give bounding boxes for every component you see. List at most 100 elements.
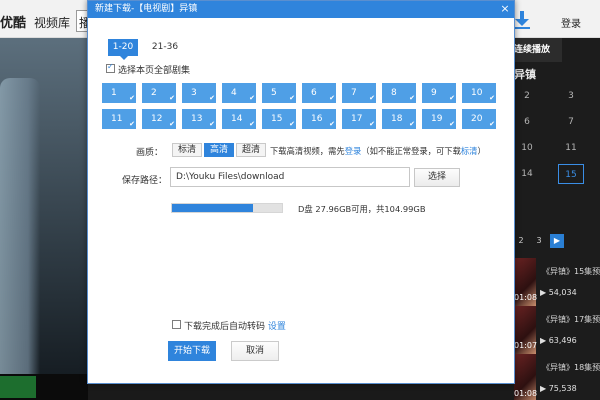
download-sd-link[interactable]: 标清	[461, 146, 478, 156]
episode-button[interactable]: 1 ✔	[102, 83, 136, 103]
check-icon: ✔	[249, 94, 255, 102]
list-item[interactable]: 01:07 《异镇》17集预 ▶ 63,496	[514, 306, 600, 354]
episode-button[interactable]: 19 ✔	[422, 109, 456, 129]
view-count-value: 75,538	[548, 384, 577, 393]
episode-button[interactable]: 8 ✔	[382, 83, 416, 103]
video-title: 《异镇》15集预	[542, 267, 600, 276]
check-icon: ✔	[289, 94, 295, 102]
check-icon: ✔	[289, 120, 295, 128]
episode-number: 1	[111, 88, 117, 98]
quality-option-super[interactable]: 超清	[236, 143, 266, 157]
login-link[interactable]: 登录	[345, 146, 362, 156]
nav-item-video-library[interactable]: 视频库	[34, 14, 70, 31]
episode-button[interactable]: 20 ✔	[462, 109, 496, 129]
episode-item[interactable]: 6	[514, 112, 540, 132]
episode-item[interactable]: 10	[514, 138, 540, 158]
view-count: ▶ 75,538	[540, 384, 577, 393]
select-all-label: 选择本页全部剧集	[118, 66, 191, 76]
episode-number: 13	[191, 114, 203, 124]
check-icon: ✔	[369, 94, 375, 102]
check-icon: ✔	[169, 94, 175, 102]
video-duration: 01:08	[514, 389, 538, 398]
quality-tip-prefix: 下载高清视频，需先	[270, 146, 345, 156]
select-all-checkbox[interactable]	[106, 62, 115, 73]
transcode-settings-link[interactable]: 设置	[268, 322, 286, 332]
episode-button[interactable]: 13 ✔	[182, 109, 216, 129]
disk-usage-bar	[171, 203, 283, 213]
check-icon: ✔	[369, 120, 375, 128]
episode-number: 2	[151, 88, 157, 98]
player-badge	[0, 376, 36, 398]
episode-button[interactable]: 5 ✔	[262, 83, 296, 103]
check-icon: ✔	[409, 94, 415, 102]
list-item[interactable]: 01:08 《异镇》18集预 ▶ 75,538	[514, 354, 600, 400]
auto-transcode-label: 下载完成后自动转码 设置	[184, 319, 286, 332]
app-logo: 优酷	[0, 16, 27, 31]
episode-button[interactable]: 15 ✔	[262, 109, 296, 129]
episode-number: 3	[191, 88, 197, 98]
download-icon[interactable]	[512, 10, 532, 30]
quality-tip-suffix: ）	[477, 146, 486, 156]
episode-button[interactable]: 14 ✔	[222, 109, 256, 129]
check-icon: ✔	[209, 120, 215, 128]
check-icon: ✔	[249, 120, 255, 128]
episode-number: 14	[231, 114, 243, 124]
episode-button[interactable]: 7 ✔	[342, 83, 376, 103]
dialog-title: 新建下载-【电视剧】异镇	[88, 1, 514, 18]
quality-label: 画质：	[136, 148, 164, 158]
close-icon[interactable]: ×	[496, 1, 514, 18]
episode-item[interactable]: 2	[514, 86, 540, 106]
episode-number: 8	[391, 88, 397, 98]
episode-number: 19	[431, 114, 443, 124]
episode-number: 16	[311, 114, 323, 124]
login-link[interactable]: 登录	[561, 15, 581, 30]
episode-number: 20	[471, 114, 483, 124]
episode-number: 10	[471, 88, 483, 98]
tab-episodes-21-36[interactable]: 21-36	[148, 39, 182, 56]
episode-button[interactable]: 11 ✔	[102, 109, 136, 129]
video-player[interactable]	[0, 38, 88, 400]
save-path-input[interactable]	[170, 167, 410, 187]
episode-item[interactable]: 11	[558, 138, 584, 158]
new-download-dialog: 新建下载-【电视剧】异镇 × 1-20 21-36 选择本页全部剧集 1✔ 2✔…	[87, 0, 515, 384]
episode-button[interactable]: 10 ✔	[462, 83, 496, 103]
episode-number: 18	[391, 114, 403, 124]
next-page-button[interactable]: ▶	[550, 234, 564, 248]
episode-button[interactable]: 9 ✔	[422, 83, 456, 103]
quality-option-sd[interactable]: 标清	[172, 143, 202, 157]
video-duration: 01:08	[514, 293, 538, 302]
video-title: 《异镇》18集预	[542, 363, 600, 372]
quality-tip: 下载高清视频，需先登录（如不能正常登录，可下载标清）	[270, 145, 486, 157]
video-duration: 01:07	[514, 341, 538, 350]
browse-button[interactable]: 选择	[414, 168, 460, 187]
episode-button[interactable]: 4 ✔	[222, 83, 256, 103]
episode-number: 7	[351, 88, 357, 98]
tab-continuous-play[interactable]: 连续播放	[514, 38, 562, 62]
episode-button[interactable]: 18 ✔	[382, 109, 416, 129]
check-icon: ✔	[129, 120, 135, 128]
episode-item[interactable]: 3	[558, 86, 584, 106]
check-icon: ✔	[489, 94, 495, 102]
episode-item[interactable]: 7	[558, 112, 584, 132]
episode-button[interactable]: 6 ✔	[302, 83, 336, 103]
start-download-button[interactable]: 开始下载	[168, 341, 216, 361]
episode-button[interactable]: 3 ✔	[182, 83, 216, 103]
episode-button[interactable]: 2 ✔	[142, 83, 176, 103]
page-3[interactable]: 3	[532, 234, 546, 248]
quality-option-hd[interactable]: 高清	[204, 143, 234, 157]
tab-episodes-1-20[interactable]: 1-20	[108, 39, 138, 60]
episode-item-active[interactable]: 15	[558, 164, 584, 184]
episode-item[interactable]: 14	[514, 164, 540, 184]
auto-transcode-checkbox[interactable]	[172, 320, 181, 329]
list-item[interactable]: 01:08 《异镇》15集预 ▶ 54,034	[514, 258, 600, 306]
check-icon: ✔	[209, 94, 215, 102]
episode-button[interactable]: 12 ✔	[142, 109, 176, 129]
check-icon: ✔	[449, 94, 455, 102]
cancel-button[interactable]: 取消	[231, 341, 279, 361]
episode-button[interactable]: 16 ✔	[302, 109, 336, 129]
disk-space-text: D盘 27.96GB可用，共104.99GB	[298, 204, 426, 214]
auto-transcode-text: 下载完成后自动转码	[184, 322, 266, 332]
quality-row: 画质： 标清 高清 超清 下载高清视频，需先登录（如不能正常登录，可下载标清）	[88, 143, 514, 158]
page-2[interactable]: 2	[514, 234, 528, 248]
episode-button[interactable]: 17 ✔	[342, 109, 376, 129]
